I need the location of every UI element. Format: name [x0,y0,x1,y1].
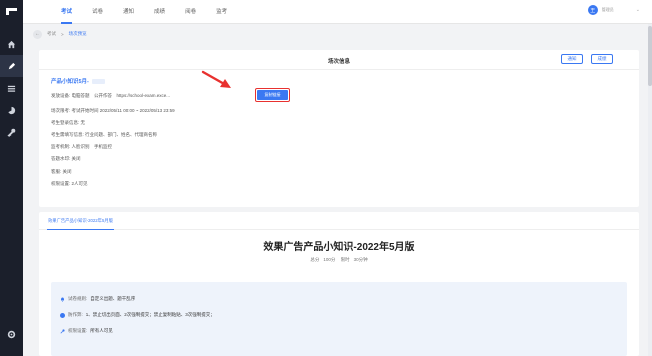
paper-meta: 总分 100分 限时 30分钟 [39,257,639,263]
info-key: 场次限考: [51,108,71,113]
chevron-down-icon[interactable]: ⌄ [636,7,640,13]
info-value: 行业问题、部门、姓名、代理商名称 [85,132,158,137]
info-row-device: 发放设备: 电脑答题 公开作答 https://school-exam.exce… [51,93,170,99]
info-icon [60,312,65,318]
key-icon[interactable] [0,121,23,143]
paper-preview-card: 效果广告产品小知识-2022年5月版 效果广告产品小知识-2022年5月版 总分… [39,212,639,356]
user-menu[interactable]: 王 管理员 ⌄ [587,5,640,15]
score-button[interactable]: 成绩 [591,54,613,64]
scrollbar-thumb[interactable] [648,26,652,86]
breadcrumb-exam[interactable]: 考试 [47,31,56,37]
info-value: 关闭 [71,156,81,161]
rule-value: 自定义出题、题干乱序 [90,296,136,301]
user-name: 管理员 [601,7,614,12]
total-score-value: 100分 [323,257,336,262]
top-bar: 考试 试卷 通知 成绩 阅卷 监考 王 管理员 ⌄ [23,0,652,24]
info-value: 无 [80,120,86,125]
info-value: 电脑答题 公开作答 https://school-exam.exce... [71,93,171,98]
info-key: 考生需填写信息: [51,132,84,137]
avatar[interactable]: 王 [587,5,598,15]
rule-value: 所有人可见 [90,328,113,333]
home-icon[interactable] [0,33,23,55]
rule-key: 权限设置: [68,328,88,333]
settings-icon[interactable] [0,323,23,345]
info-key: 监考机制: [51,144,71,149]
info-key: 发放设备: [51,93,71,98]
info-key: 考生登录信息: [51,120,80,125]
rule-paper: 试卷规则: 自定义出题、题干乱序 [60,296,135,302]
duration-label: 限时 [340,257,350,262]
tab-paper[interactable]: 效果广告产品小知识-2022年5月版 [47,212,114,230]
rule-key: 试卷规则: [68,296,88,301]
info-value: 2人可见 [71,181,88,186]
paper-rules: 试卷规则: 自定义出题、题干乱序 防作弊: 1、禁止切出页面、2次强制提交；禁止… [51,282,627,356]
info-value: 考试开始时间 2022/05/11 00:00 ~ 2022/05/13 23:… [71,108,175,113]
back-button[interactable]: ← [33,29,42,39]
info-row-service: 客服: 关闭 [51,169,72,175]
total-score-label: 总分 [310,257,320,262]
logo-icon [5,7,18,16]
rule-value: 1、禁止切出页面、2次强制提交；禁止复制粘贴、3次强制提交； [85,312,215,317]
info-row-fields: 考生需填写信息: 行业问题、部门、姓名、代理商名称 [51,132,157,138]
info-key: 答题水印: [51,156,71,161]
sidebar [0,0,23,356]
exam-name-text: 产品小知识5月- [51,79,89,85]
session-info-title: 场次信息 [327,59,350,65]
tab-proctor[interactable]: 监考 [206,0,237,24]
breadcrumb: ← 考试 > 场次预览 [23,24,652,44]
info-key: 客服: [51,169,62,174]
key-icon [60,328,65,334]
tab-exam[interactable]: 考试 [51,0,82,24]
exam-info: 产品小知识5月- [51,77,105,85]
info-row-time: 场次限考: 考试开始时间 2022/05/11 00:00 ~ 2022/05/… [51,108,175,114]
tab-notices[interactable]: 通知 [113,0,144,24]
main-tabs: 考试 试卷 通知 成绩 阅卷 监考 [51,0,237,24]
pie-chart-icon[interactable] [0,99,23,121]
rule-permission: 权限设置: 所有人可见 [60,328,113,334]
tab-grading[interactable]: 阅卷 [175,0,206,24]
breadcrumb-separator: > [61,31,64,37]
rule-key: 防作弊: [68,312,83,317]
duration-value: 30分钟 [353,257,368,262]
notify-button[interactable]: 通知 [561,54,583,64]
tab-papers[interactable]: 试卷 [82,0,113,24]
paper-tab-bar: 效果广告产品小知识-2022年5月版 [39,212,639,230]
session-info-card: 场次信息 通知 成绩 产品小知识5月- 发放设备: 电脑答题 公开作答 http… [39,50,639,207]
paper-title: 效果广告产品小知识-2022年5月版 [263,242,415,253]
copy-link-button[interactable]: 复制链接 [257,90,288,100]
edit-icon[interactable] [0,55,23,77]
rule-anticheat: 防作弊: 1、禁止切出页面、2次强制提交；禁止复制粘贴、3次强制提交； [60,312,215,318]
info-row-proctor: 监考机制: 人脸识别 手机监控 [51,144,112,150]
info-row-permission: 权限设置: 2人可见 [51,181,88,187]
info-row-watermark: 答题水印: 关闭 [51,156,81,162]
info-key: 权限设置: [51,181,71,186]
tab-scores[interactable]: 成绩 [144,0,175,24]
session-info-header: 场次信息 通知 成绩 [39,50,639,70]
info-value: 人脸识别 手机监控 [71,144,113,149]
redacted-mark [91,78,105,84]
exam-name: 产品小知识5月- [51,77,105,85]
bell-icon [61,297,64,301]
copy-link-highlight: 复制链接 [255,88,290,102]
info-row-login: 考生登录信息: 无 [51,120,85,126]
list-icon[interactable] [0,77,23,99]
info-value: 关闭 [62,169,72,174]
breadcrumb-current: 场次预览 [68,31,87,36]
